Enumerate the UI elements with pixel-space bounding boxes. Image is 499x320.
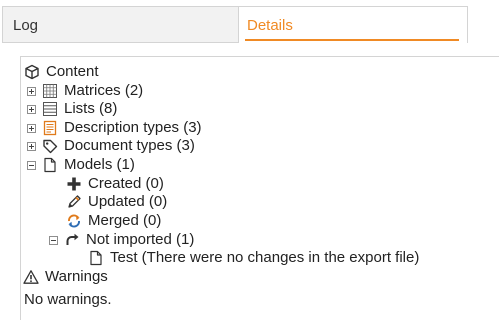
tree-item-lists-label: Lists (8) xyxy=(64,100,118,117)
collapse-toggle-models[interactable] xyxy=(27,160,36,170)
tree-item-content-label: Content xyxy=(46,63,99,80)
expand-toggle-matrices[interactable] xyxy=(27,86,36,96)
warnings-message: No warnings. xyxy=(24,291,112,308)
tree-item-not-imported-label: Not imported (1) xyxy=(86,231,195,248)
tab-details[interactable]: Details xyxy=(238,6,468,43)
pencil-icon xyxy=(68,195,81,208)
collapse-toggle-not-imported[interactable] xyxy=(49,235,58,245)
form-icon xyxy=(43,120,57,136)
tree-item-updated[interactable]: Updated (0) xyxy=(66,193,167,211)
warnings-title: Warnings xyxy=(45,268,108,285)
tree-item-merged[interactable]: Merged (0) xyxy=(66,212,161,230)
tree-item-merged-label: Merged (0) xyxy=(88,212,162,229)
document-icon xyxy=(44,157,56,173)
tree-item-lists[interactable]: Lists (8) xyxy=(27,100,117,118)
expand-toggle-description-types[interactable] xyxy=(27,123,36,133)
warnings-header: Warnings xyxy=(23,268,108,286)
tree-item-matrices[interactable]: Matrices (2) xyxy=(27,82,143,100)
expand-toggle-lists[interactable] xyxy=(27,104,36,114)
tree-item-models-label: Models (1) xyxy=(64,156,135,173)
tab-log-label: Log xyxy=(13,17,39,34)
tree-item-updated-label: Updated (0) xyxy=(88,193,168,210)
tab-details-label: Details xyxy=(247,17,293,34)
redo-arrow-icon xyxy=(66,233,79,245)
list-icon xyxy=(43,102,57,116)
tree-item-not-imported[interactable]: Not imported (1) xyxy=(49,231,194,249)
tree-item-description-types-label: Description types (3) xyxy=(64,119,202,136)
tree-item-test-label: Test (There were no changes in the expor… xyxy=(110,249,420,266)
tree-item-matrices-label: Matrices (2) xyxy=(64,82,144,99)
tag-icon xyxy=(43,139,58,154)
grid-icon xyxy=(43,84,57,98)
tree-item-created-label: Created (0) xyxy=(88,175,164,192)
active-tab-indicator xyxy=(245,39,459,41)
tree-item-description-types[interactable]: Description types (3) xyxy=(27,119,202,137)
merge-arrows-icon xyxy=(68,214,80,228)
tree-item-models[interactable]: Models (1) xyxy=(27,156,135,174)
tab-bar: Log Details xyxy=(0,6,499,44)
tree-item-document-types-label: Document types (3) xyxy=(64,137,195,154)
tree-item-content[interactable]: Content xyxy=(24,63,99,81)
tab-log[interactable]: Log xyxy=(2,6,239,43)
tree-item-created[interactable]: Created (0) xyxy=(66,175,164,193)
cube-icon xyxy=(25,64,39,80)
tree-item-document-types[interactable]: Document types (3) xyxy=(27,137,195,155)
warning-triangle-icon xyxy=(23,270,39,284)
plus-icon xyxy=(67,177,81,191)
tree-item-test[interactable]: Test (There were no changes in the expor… xyxy=(88,249,419,267)
document-icon xyxy=(90,250,102,266)
expand-toggle-document-types[interactable] xyxy=(27,141,36,151)
